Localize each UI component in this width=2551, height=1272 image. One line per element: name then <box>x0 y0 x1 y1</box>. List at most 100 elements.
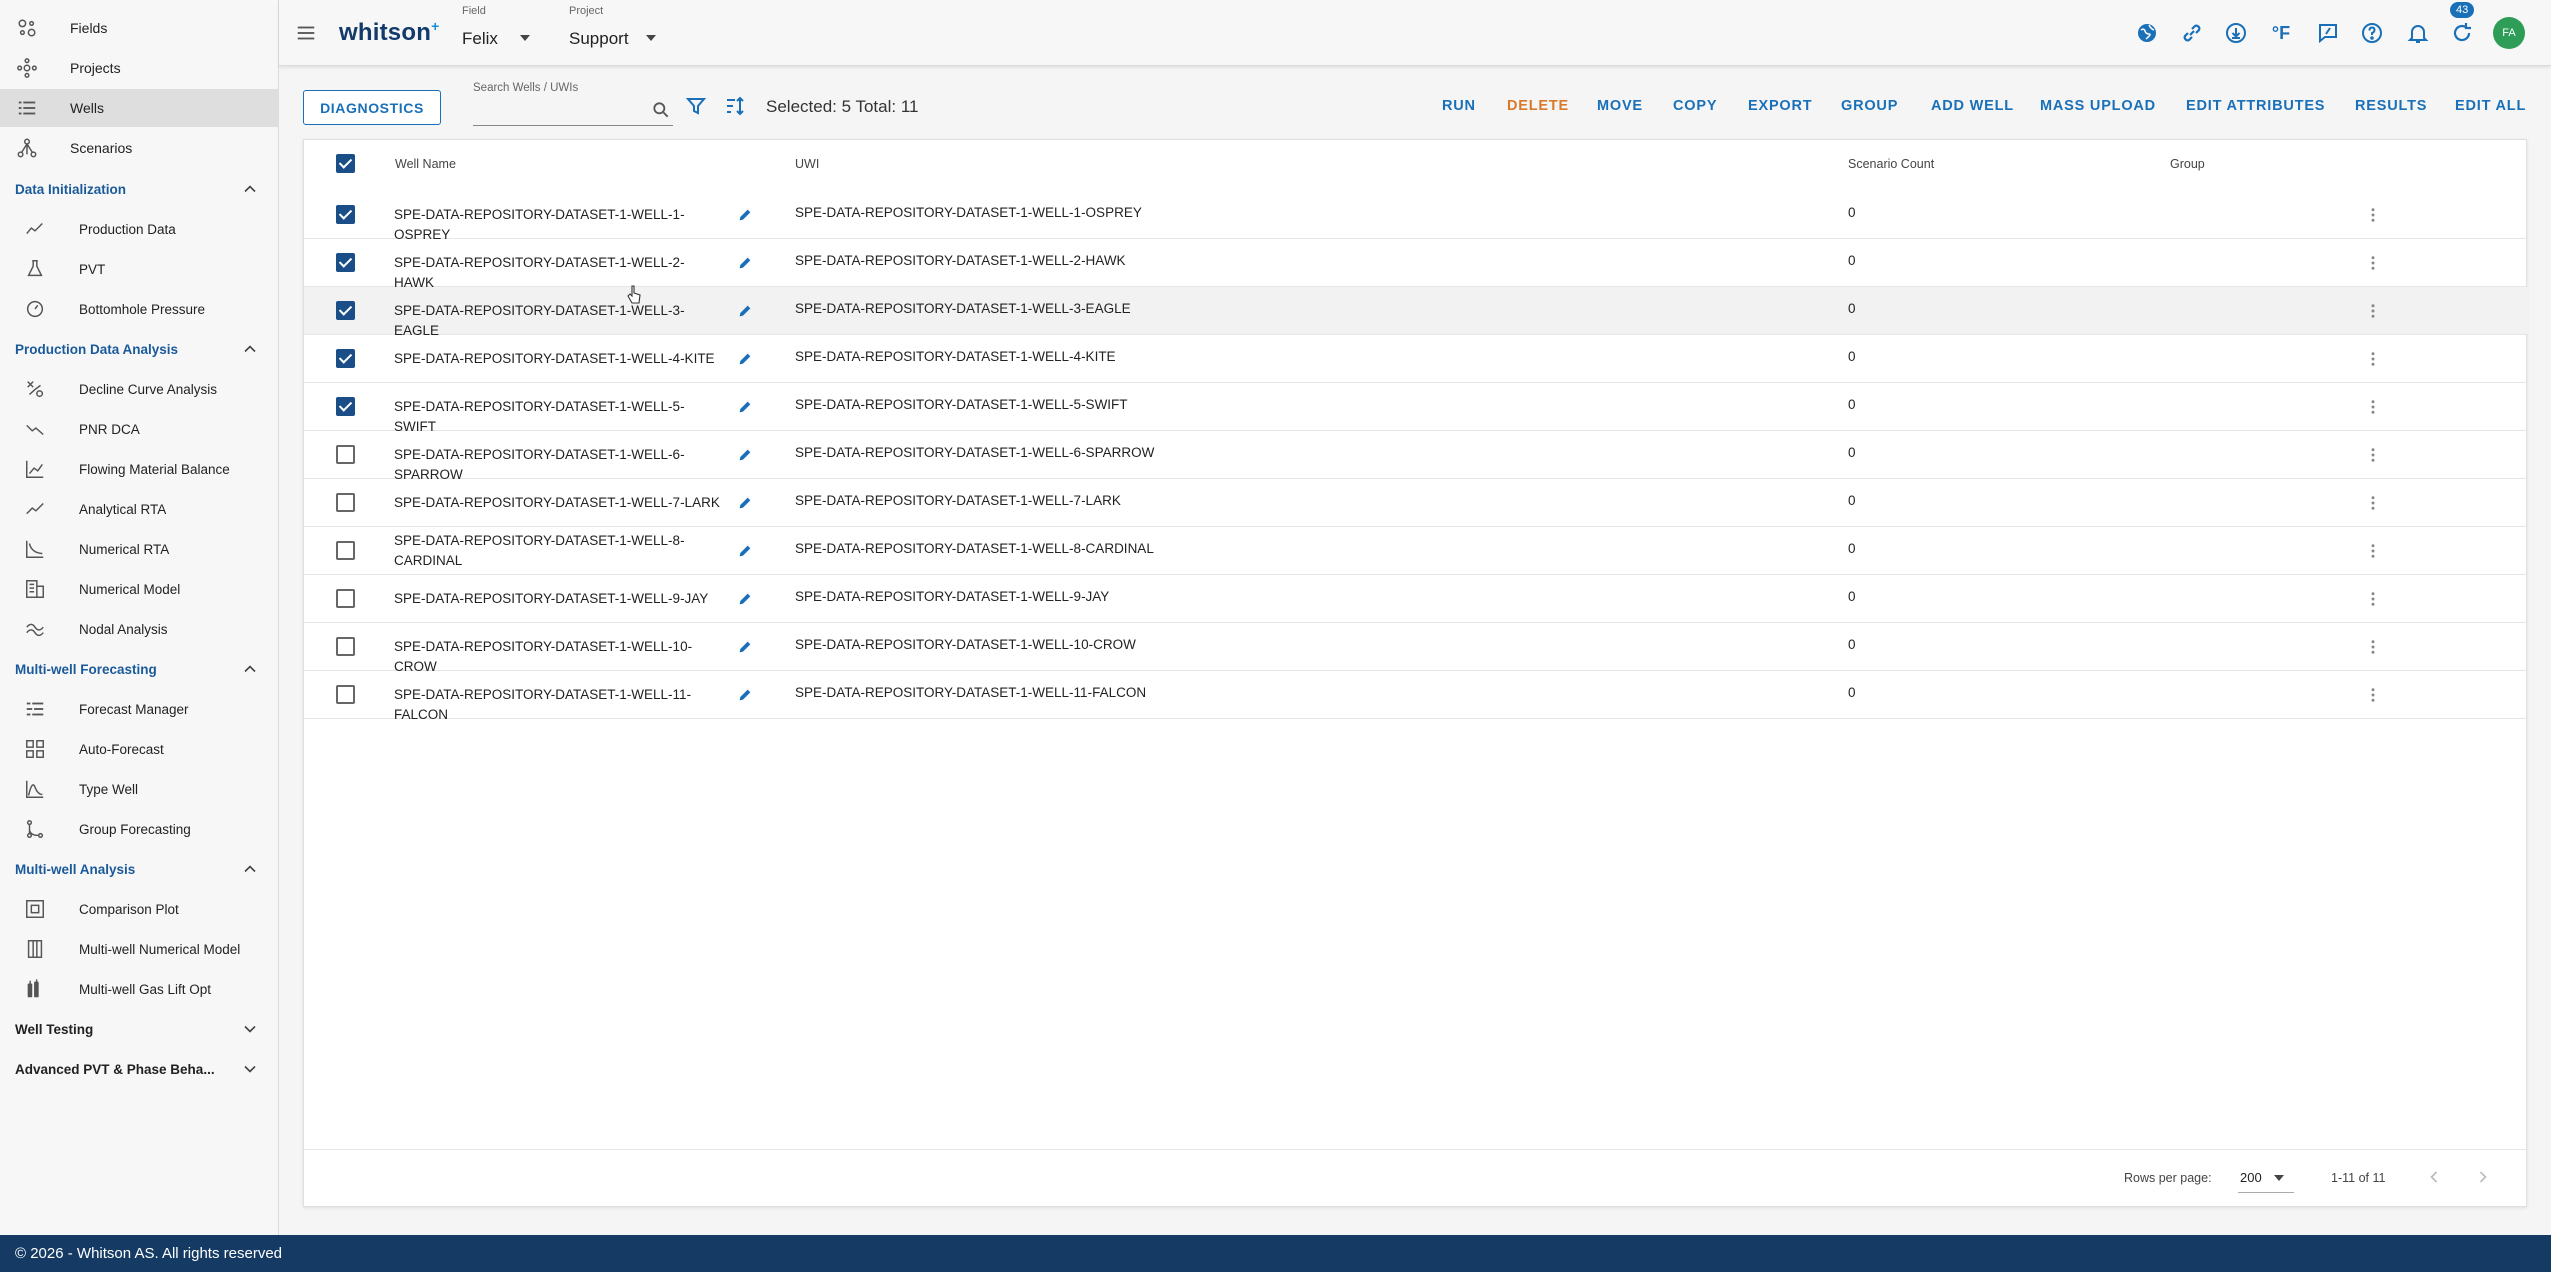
filter-icon[interactable] <box>684 94 708 118</box>
more-vertical-icon[interactable] <box>2364 446 2382 464</box>
caret-down-icon[interactable] <box>644 33 658 43</box>
group-button[interactable]: GROUP <box>1841 98 1898 114</box>
add-well-button[interactable]: ADD WELL <box>1931 98 2014 114</box>
more-vertical-icon[interactable] <box>2364 638 2382 656</box>
move-button[interactable]: MOVE <box>1597 98 1643 114</box>
sidebar-item-comparison-plot[interactable]: Comparison Plot <box>0 890 279 928</box>
edit-icon[interactable] <box>737 207 753 223</box>
link-icon[interactable] <box>2179 20 2205 46</box>
sidebar-item-bottomhole-pressure[interactable]: Bottomhole Pressure <box>0 290 279 328</box>
edit-icon[interactable] <box>737 687 753 703</box>
edit-icon[interactable] <box>737 639 753 655</box>
table-row[interactable]: SPE-DATA-REPOSITORY-DATASET-1-WELL-1-OSP… <box>304 191 2528 242</box>
edit-icon[interactable] <box>737 591 753 607</box>
edit-icon[interactable] <box>737 543 753 559</box>
sort-icon[interactable] <box>723 94 747 118</box>
row-checkbox[interactable] <box>336 397 355 416</box>
globe-icon[interactable] <box>2134 20 2160 46</box>
mass-upload-button[interactable]: MASS UPLOAD <box>2040 98 2156 114</box>
field-selector[interactable]: Felix <box>462 29 498 49</box>
well-name-cell[interactable]: SPE-DATA-REPOSITORY-DATASET-1-WELL-7-LAR… <box>394 493 724 513</box>
column-header-scenario-count[interactable]: Scenario Count <box>1848 157 1934 171</box>
sidebar-item-flowing-material-balance[interactable]: Flowing Material Balance <box>0 450 279 488</box>
more-vertical-icon[interactable] <box>2364 686 2382 704</box>
edit-icon[interactable] <box>737 447 753 463</box>
sidebar-item-pvt[interactable]: PVT <box>0 250 279 288</box>
row-checkbox[interactable] <box>336 349 355 368</box>
avatar[interactable]: FA <box>2493 17 2525 49</box>
search-input[interactable] <box>473 100 673 126</box>
column-header-uwi[interactable]: UWI <box>795 157 819 171</box>
bell-icon[interactable] <box>2405 20 2431 46</box>
help-icon[interactable] <box>2359 20 2385 46</box>
temperature-unit-toggle[interactable]: °F <box>2268 20 2294 46</box>
table-row[interactable]: SPE-DATA-REPOSITORY-DATASET-1-WELL-5-SWI… <box>304 383 2528 434</box>
row-checkbox[interactable] <box>336 445 355 464</box>
rows-per-page-select[interactable]: 200 <box>2240 1170 2262 1185</box>
select-all-checkbox[interactable] <box>336 154 355 173</box>
sidebar-item-nodal-analysis[interactable]: Nodal Analysis <box>0 610 279 648</box>
refresh-icon[interactable] <box>2449 20 2475 46</box>
more-vertical-icon[interactable] <box>2364 206 2382 224</box>
sidebar-item-type-well[interactable]: Type Well <box>0 770 279 808</box>
table-row[interactable]: SPE-DATA-REPOSITORY-DATASET-1-WELL-11-FA… <box>304 671 2528 722</box>
row-checkbox[interactable] <box>336 589 355 608</box>
table-row[interactable]: SPE-DATA-REPOSITORY-DATASET-1-WELL-2-HAW… <box>304 239 2528 290</box>
edit-icon[interactable] <box>737 351 753 367</box>
app-logo[interactable]: whitson+ <box>339 18 439 47</box>
chevron-right-icon[interactable] <box>2473 1167 2493 1187</box>
row-checkbox[interactable] <box>336 205 355 224</box>
edit-icon[interactable] <box>737 303 753 319</box>
export-button[interactable]: EXPORT <box>1748 98 1812 114</box>
table-row[interactable]: SPE-DATA-REPOSITORY-DATASET-1-WELL-4-KIT… <box>304 335 2528 383</box>
table-row[interactable]: SPE-DATA-REPOSITORY-DATASET-1-WELL-8-CAR… <box>304 527 2528 575</box>
sidebar-item-wells[interactable]: Wells <box>0 89 279 127</box>
section-advanced-pvt[interactable]: Advanced PVT & Phase Beha... <box>0 1050 279 1088</box>
sidebar-item-multi-well-gas-lift-opt[interactable]: Multi-well Gas Lift Opt <box>0 970 279 1008</box>
feedback-icon[interactable] <box>2315 20 2341 46</box>
sidebar-item-forecast-manager[interactable]: Forecast Manager <box>0 690 279 728</box>
menu-icon[interactable] <box>294 22 318 44</box>
edit-icon[interactable] <box>737 255 753 271</box>
more-vertical-icon[interactable] <box>2364 494 2382 512</box>
table-row[interactable]: SPE-DATA-REPOSITORY-DATASET-1-WELL-10-CR… <box>304 623 2528 674</box>
more-vertical-icon[interactable] <box>2364 590 2382 608</box>
caret-down-icon[interactable] <box>2272 1173 2286 1183</box>
more-vertical-icon[interactable] <box>2364 350 2382 368</box>
sidebar-item-analytical-rta[interactable]: Analytical RTA <box>0 490 279 528</box>
sidebar-item-decline-curve-analysis[interactable]: Decline Curve Analysis <box>0 370 279 408</box>
well-name-cell[interactable]: SPE-DATA-REPOSITORY-DATASET-1-WELL-8-CAR… <box>394 531 724 571</box>
table-row[interactable]: SPE-DATA-REPOSITORY-DATASET-1-WELL-6-SPA… <box>304 431 2528 482</box>
more-vertical-icon[interactable] <box>2364 302 2382 320</box>
table-row[interactable]: SPE-DATA-REPOSITORY-DATASET-1-WELL-9-JAY… <box>304 575 2528 623</box>
column-header-well-name[interactable]: Well Name <box>395 157 456 171</box>
search-icon[interactable] <box>651 100 671 120</box>
sidebar-item-pnr-dca[interactable]: PNR DCA <box>0 410 279 448</box>
section-production-data-analysis[interactable]: Production Data Analysis <box>0 330 279 368</box>
section-well-testing[interactable]: Well Testing <box>0 1010 279 1048</box>
sidebar-item-group-forecasting[interactable]: Group Forecasting <box>0 810 279 848</box>
sidebar-item-numerical-model[interactable]: Numerical Model <box>0 570 279 608</box>
row-checkbox[interactable] <box>336 637 355 656</box>
row-checkbox[interactable] <box>336 493 355 512</box>
sidebar-item-fields[interactable]: Fields <box>0 9 279 47</box>
copy-button[interactable]: COPY <box>1673 98 1717 114</box>
sidebar-item-scenarios[interactable]: Scenarios <box>0 129 279 167</box>
row-checkbox[interactable] <box>336 301 355 320</box>
edit-icon[interactable] <box>737 495 753 511</box>
sidebar-item-numerical-rta[interactable]: Numerical RTA <box>0 530 279 568</box>
edit-all-button[interactable]: EDIT ALL <box>2455 98 2526 114</box>
column-header-group[interactable]: Group <box>2170 157 2205 171</box>
sidebar-item-production-data[interactable]: Production Data <box>0 210 279 248</box>
table-row[interactable]: SPE-DATA-REPOSITORY-DATASET-1-WELL-7-LAR… <box>304 479 2528 527</box>
sidebar-item-auto-forecast[interactable]: Auto-Forecast <box>0 730 279 768</box>
section-data-initialization[interactable]: Data Initialization <box>0 170 279 208</box>
sidebar-item-projects[interactable]: Projects <box>0 49 279 87</box>
well-name-cell[interactable]: SPE-DATA-REPOSITORY-DATASET-1-WELL-4-KIT… <box>394 349 724 369</box>
download-icon[interactable] <box>2223 20 2249 46</box>
edit-icon[interactable] <box>737 399 753 415</box>
chevron-left-icon[interactable] <box>2424 1167 2444 1187</box>
row-checkbox[interactable] <box>336 685 355 704</box>
more-vertical-icon[interactable] <box>2364 542 2382 560</box>
well-name-cell[interactable]: SPE-DATA-REPOSITORY-DATASET-1-WELL-11-FA… <box>394 685 724 725</box>
